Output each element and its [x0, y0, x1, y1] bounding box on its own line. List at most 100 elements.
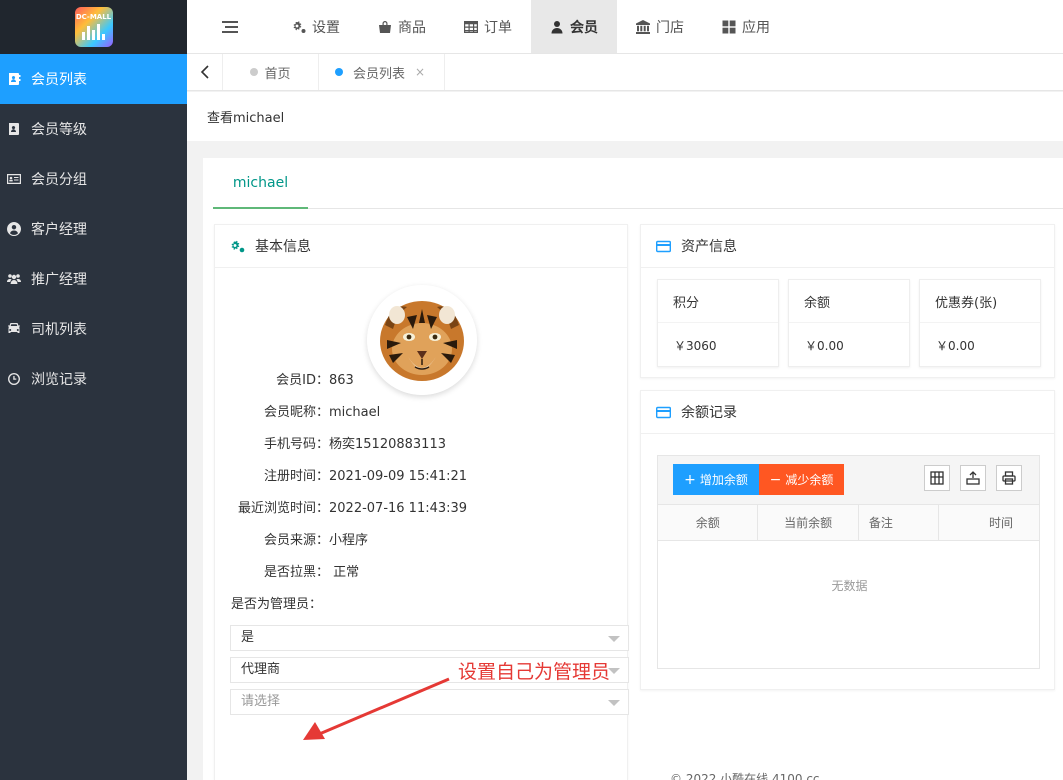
balance-record-title: 余额记录 — [681, 405, 737, 421]
info-row-member-id: 会员ID：863 — [215, 371, 629, 391]
top-nav-label: 门店 — [656, 19, 684, 36]
sidebar-item-label: 会员等级 — [31, 122, 87, 138]
member-tabs: michael — [213, 158, 1063, 209]
info-row-last-browse: 最近浏览时间：2022-07-16 11:43:39 — [215, 499, 629, 519]
columns-icon — [930, 471, 944, 485]
column-header-balance[interactable]: 余额 — [658, 505, 759, 540]
admin-select[interactable]: 是 — [230, 625, 629, 651]
top-nav-members[interactable]: 会员 — [531, 0, 617, 53]
clock-icon — [7, 372, 21, 386]
export-button[interactable] — [960, 465, 986, 491]
tab-member-list[interactable]: 会员列表 × — [319, 54, 445, 90]
sidebar-item-label: 会员分组 — [31, 172, 87, 188]
asset-card-balance: 余额 ￥0.00 — [788, 279, 910, 367]
info-row-source: 会员来源：小程序 — [215, 531, 629, 551]
info-row-blacklist: 是否拉黑： 正常 — [215, 563, 629, 583]
balance-table: 余额 当前余额 备注 时间 无数据 — [657, 505, 1040, 669]
logo[interactable]: DC-MALL — [74, 7, 113, 47]
asset-card-title: 积分 — [658, 280, 778, 323]
tab-label: 首页 — [264, 66, 291, 82]
member-book-icon — [7, 72, 21, 86]
tabs-scroll-left-button[interactable] — [187, 54, 223, 90]
sidebar-item-browse-history[interactable]: 浏览记录 — [0, 354, 187, 404]
logo-area: DC-MALL — [0, 0, 187, 54]
assets-title: 资产信息 — [681, 239, 737, 255]
close-icon[interactable]: × — [415, 65, 425, 79]
member-detail-content: michael 基本信息 会员ID：863 会员昵称：michael 手机号码：… — [203, 158, 1063, 780]
sidebar-item-label: 客户经理 — [31, 222, 87, 238]
info-label: 注册时间： — [263, 469, 329, 484]
sidebar-item-member-group[interactable]: 会员分组 — [0, 154, 187, 204]
sidebar-item-member-level[interactable]: 会员等级 — [0, 104, 187, 154]
asset-card-coupons: 优惠券(张) ￥0.00 — [919, 279, 1041, 367]
top-nav-apps[interactable]: 应用 — [703, 0, 789, 53]
asset-card-value: ￥0.00 — [805, 338, 844, 353]
info-label: 手机号码： — [263, 437, 329, 452]
select-placeholder: 请选择 — [241, 694, 281, 709]
top-nav-label: 商品 — [398, 19, 426, 36]
logo-text: DC-MALL — [75, 12, 112, 21]
id-card-icon — [7, 172, 21, 186]
sidebar-item-promotion-manager[interactable]: 推广经理 — [0, 254, 187, 304]
user-circle-icon — [7, 222, 21, 236]
add-balance-button[interactable]: + 增加余额 — [673, 464, 759, 495]
top-nav: 设置 商品 订单 会员 门店 应用 — [273, 0, 789, 53]
sidebar-item-member-list[interactable]: 会员列表 — [0, 54, 187, 104]
info-value: 杨奕15120883113 — [329, 437, 446, 452]
asset-card-points: 积分 ￥3060 — [657, 279, 779, 367]
info-label: 会员来源： — [263, 533, 329, 548]
user-icon — [551, 20, 563, 33]
gears-icon — [293, 20, 306, 33]
assets-panel: 资产信息 积分 ￥3060 余额 ￥0.00 优惠券(张) ￥0.00 — [640, 224, 1055, 378]
top-nav-label: 订单 — [484, 19, 512, 36]
assets-header: 资产信息 — [641, 225, 1054, 268]
top-nav-goods[interactable]: 商品 — [359, 0, 445, 53]
info-label: 会员昵称： — [263, 405, 329, 420]
column-header-current-balance[interactable]: 当前余额 — [758, 505, 859, 540]
annotation-text: 设置自己为管理员 — [458, 661, 611, 683]
grid-icon — [722, 20, 736, 33]
export-icon — [966, 471, 980, 485]
tab-member-michael[interactable]: michael — [213, 158, 308, 209]
sidebar-item-label: 推广经理 — [31, 272, 87, 288]
top-nav-label: 应用 — [742, 19, 770, 36]
top-nav-settings[interactable]: 设置 — [273, 0, 359, 53]
table-header: 余额 当前余额 备注 时间 — [658, 505, 1039, 541]
asset-card-title: 余额 — [789, 280, 909, 323]
add-balance-label: 增加余额 — [699, 473, 748, 487]
top-nav-stores[interactable]: 门店 — [617, 0, 703, 53]
level-book-icon — [7, 122, 21, 136]
select-value: 是 — [241, 630, 255, 645]
column-header-time[interactable]: 时间 — [939, 505, 1039, 540]
tab-home[interactable]: 首页 — [223, 54, 319, 90]
basic-info-header: 基本信息 — [215, 225, 627, 268]
column-header-remark[interactable]: 备注 — [859, 505, 940, 540]
sidebar: DC-MALL 会员列表 会员等级 会员分组 客户经理 推广经理 司机列表 浏览… — [0, 0, 187, 780]
print-icon — [1002, 471, 1016, 485]
asset-card-value: ￥3060 — [674, 338, 717, 353]
reduce-balance-button[interactable]: − 减少余额 — [759, 464, 844, 495]
basic-info-panel: 基本信息 会员ID：863 会员昵称：michael 手机号码：杨奕151208… — [214, 224, 629, 780]
reduce-balance-label: 减少余额 — [785, 473, 834, 487]
top-nav-label: 会员 — [570, 19, 598, 36]
credit-card-icon — [656, 406, 671, 418]
chevron-down-icon — [608, 636, 620, 642]
page-tabs-bar: 首页 会员列表 × — [187, 54, 1063, 91]
asset-card-title: 优惠券(张) — [920, 280, 1040, 323]
top-nav-orders[interactable]: 订单 — [445, 0, 531, 53]
menu-toggle-button[interactable] — [187, 0, 273, 53]
basic-info-title: 基本信息 — [255, 239, 311, 255]
sidebar-item-driver-list[interactable]: 司机列表 — [0, 304, 187, 354]
logo-bars-icon — [82, 23, 105, 40]
chevron-left-icon — [200, 65, 209, 79]
columns-filter-button[interactable] — [924, 465, 950, 491]
info-row-nickname: 会员昵称：michael — [215, 403, 629, 423]
top-header: 设置 商品 订单 会员 门店 应用 — [187, 0, 1063, 54]
bag-icon — [379, 20, 391, 33]
info-value: 正常 — [329, 565, 360, 580]
info-value: michael — [329, 405, 381, 420]
sidebar-item-account-manager[interactable]: 客户经理 — [0, 204, 187, 254]
sidebar-item-label: 会员列表 — [31, 72, 87, 88]
bank-icon — [636, 19, 650, 34]
print-button[interactable] — [996, 465, 1022, 491]
